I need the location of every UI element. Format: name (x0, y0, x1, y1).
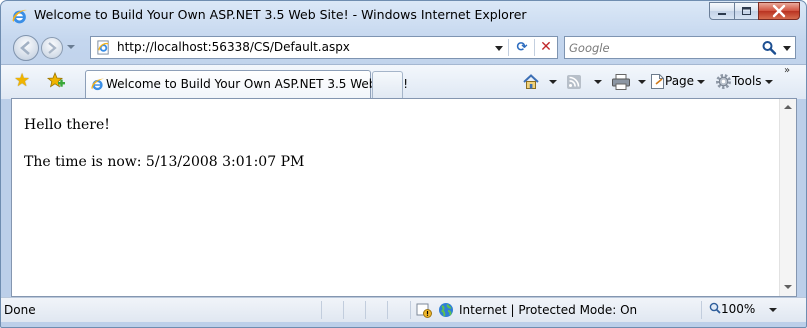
feeds-dropdown-icon[interactable] (591, 71, 602, 91)
gear-icon (716, 74, 731, 89)
search-input[interactable] (569, 38, 759, 57)
window-title: Welcome to Build Your Own ASP.NET 3.5 We… (34, 7, 527, 22)
search-box[interactable] (564, 36, 796, 59)
chevron-down-icon (764, 79, 773, 84)
tools-menu-label: Tools (732, 74, 762, 88)
security-zone-text[interactable]: Internet | Protected Mode: On (459, 303, 637, 317)
time-text: The time is now: 5/13/2008 3:01:07 PM (24, 154, 305, 170)
forward-button[interactable] (41, 37, 63, 59)
printer-icon (612, 73, 630, 90)
url-text[interactable]: http://localhost:56338/CS/Default.aspx (117, 40, 350, 54)
search-options-dropdown[interactable] (783, 46, 791, 51)
ie-logo-icon (12, 9, 27, 24)
tools-menu-button[interactable]: Tools (715, 71, 777, 91)
close-button[interactable] (758, 2, 800, 20)
globe-icon[interactable] (438, 302, 454, 318)
print-dropdown-icon[interactable] (635, 71, 646, 91)
home-button[interactable] (522, 71, 542, 91)
feeds-button[interactable] (566, 71, 584, 91)
zoom-icon (709, 302, 721, 314)
page-content: Hello there! The time is now: 5/13/2008 … (11, 98, 797, 297)
ie-logo-icon (91, 78, 105, 91)
browser-window: Welcome to Build Your Own ASP.NET 3.5 We… (0, 0, 807, 328)
page-icon (651, 74, 664, 89)
address-separator (534, 39, 535, 56)
status-separator (387, 301, 388, 319)
status-separator (343, 301, 344, 319)
protected-mode-icon[interactable] (416, 302, 432, 318)
maximize-icon (742, 7, 751, 15)
back-arrow-icon (20, 41, 30, 55)
scroll-up-icon[interactable] (784, 105, 792, 109)
maximize-button[interactable] (734, 2, 759, 20)
address-dropdown-icon[interactable] (495, 46, 503, 51)
magnifier-icon[interactable] (761, 39, 777, 56)
zoom-button[interactable]: 100% (709, 302, 755, 316)
add-favorite-icon[interactable] (46, 71, 66, 91)
vertical-scrollbar[interactable] (779, 99, 796, 296)
greeting-text: Hello there! (24, 117, 110, 133)
home-dropdown-icon[interactable] (546, 71, 557, 91)
close-icon (772, 4, 786, 18)
title-bar[interactable]: Welcome to Build Your Own ASP.NET 3.5 We… (1, 1, 806, 31)
refresh-icon[interactable]: ⟳ (513, 39, 531, 56)
zoom-dropdown-icon[interactable] (769, 308, 777, 312)
recent-pages-dropdown[interactable] (67, 45, 75, 49)
status-text: Done (4, 303, 36, 317)
command-bar: ★ Welcome to Build Your Own ASP.NET 3.5 … (1, 64, 806, 99)
minimize-button[interactable] (709, 2, 735, 20)
back-button[interactable] (13, 35, 39, 61)
stop-icon[interactable]: ✕ (537, 38, 555, 56)
status-separator (701, 301, 702, 319)
minimize-icon (718, 13, 726, 15)
star-icon[interactable]: ★ (14, 71, 34, 91)
toolbar-overflow-icon[interactable]: » (784, 65, 790, 76)
status-separator (321, 301, 322, 319)
home-icon (523, 73, 539, 89)
address-separator (508, 39, 509, 56)
page-menu-button[interactable]: Page (650, 71, 710, 91)
page-menu-label: Page (665, 74, 695, 88)
status-bar: Done Internet | Protected Mode: On 100% (1, 297, 806, 322)
new-tab-button[interactable] (372, 71, 403, 98)
tab-label: Welcome to Build Your Own ASP.NET 3.5 We… (106, 77, 409, 91)
print-button[interactable] (611, 71, 633, 91)
chevron-down-icon (697, 79, 706, 84)
address-bar[interactable]: http://localhost:56338/CS/Default.aspx ⟳… (90, 36, 558, 59)
page-favicon-icon (97, 40, 109, 55)
rss-feed-icon (567, 74, 581, 89)
status-separator (365, 301, 366, 319)
forward-arrow-icon (48, 42, 57, 54)
tab-current[interactable]: Welcome to Build Your Own ASP.NET 3.5 We… (85, 70, 408, 98)
zoom-level: 100% (721, 302, 756, 316)
status-separator (410, 301, 411, 319)
scroll-down-icon[interactable] (784, 285, 792, 289)
